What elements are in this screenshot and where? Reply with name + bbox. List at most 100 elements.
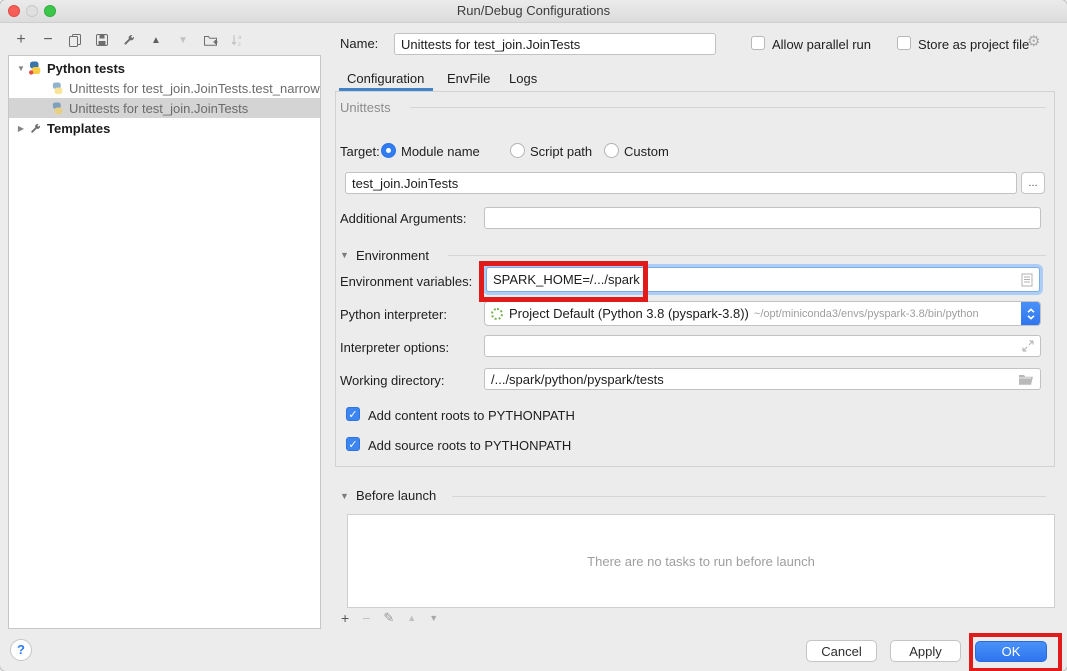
arrow-up-icon: ▲ <box>151 35 161 46</box>
folder-browse-icon[interactable] <box>1018 373 1034 385</box>
before-launch-empty-text: There are no tasks to run before launch <box>587 554 815 569</box>
environment-variables-input[interactable]: SPARK_HOME=/.../spark <box>486 267 1040 292</box>
run-config-tree: ▼ Python tests Unittests for test_join.J… <box>8 55 321 629</box>
help-button[interactable]: ? <box>10 639 32 661</box>
python-test-icon <box>49 100 65 116</box>
store-as-project-file-checkbox[interactable] <box>897 36 911 50</box>
copy-icon <box>68 33 82 47</box>
environment-variables-value: SPARK_HOME=/.../spark <box>493 272 640 287</box>
remove-configuration-button[interactable]: − <box>39 31 57 49</box>
before-launch-task-list: There are no tasks to run before launch <box>347 514 1055 608</box>
before-launch-collapse-icon[interactable]: ▼ <box>340 491 349 501</box>
add-content-roots-label: Add content roots to PYTHONPATH <box>368 408 575 423</box>
before-launch-toolbar: + − ✎ ▲ ▼ <box>341 610 438 626</box>
python-interpreter-path: ~/opt/miniconda3/envs/pyspark-3.8/bin/py… <box>754 308 979 320</box>
copy-configuration-button[interactable] <box>66 31 84 49</box>
allow-parallel-run-label: Allow parallel run <box>772 37 871 52</box>
environment-group-title: Environment <box>356 248 429 263</box>
tab-logs[interactable]: Logs <box>509 71 537 86</box>
edit-task-button[interactable]: ✎ <box>383 610 394 626</box>
apply-button[interactable]: Apply <box>890 640 961 662</box>
add-source-roots-label: Add source roots to PYTHONPATH <box>368 438 571 453</box>
plus-icon: + <box>16 31 25 49</box>
move-task-up-button[interactable]: ▲ <box>407 613 416 623</box>
sort-configurations-button[interactable]: az <box>228 31 246 49</box>
tree-item-label: Unittests for test_join.JoinTests.test_n… <box>69 81 320 96</box>
interpreter-options-input[interactable] <box>484 335 1041 357</box>
svg-text:a: a <box>238 35 242 41</box>
browse-env-variables-icon[interactable] <box>1021 273 1033 287</box>
add-source-roots-checkbox[interactable]: ✓ <box>346 437 360 451</box>
window-title: Run/Debug Configurations <box>0 0 1067 22</box>
tree-item-unittests-jointests[interactable]: Unittests for test_join.JoinTests <box>9 98 320 118</box>
arrow-down-icon: ▼ <box>429 613 438 623</box>
move-up-button[interactable]: ▲ <box>147 31 165 49</box>
tree-item-templates[interactable]: ▶ Templates <box>9 118 320 138</box>
interpreter-options-label: Interpreter options: <box>340 340 449 355</box>
python-tests-icon <box>27 60 43 76</box>
additional-arguments-input[interactable] <box>484 207 1041 229</box>
store-as-project-file-label: Store as project file <box>918 37 1029 52</box>
templates-wrench-icon <box>27 120 43 136</box>
cancel-button[interactable]: Cancel <box>806 640 877 662</box>
python-interpreter-select[interactable]: Project Default (Python 3.8 (pyspark-3.8… <box>484 301 1041 326</box>
ok-button[interactable]: OK <box>975 641 1047 662</box>
close-button[interactable] <box>8 5 20 17</box>
move-task-down-button[interactable]: ▼ <box>429 613 438 623</box>
environment-variables-label: Environment variables: <box>340 274 472 289</box>
add-content-roots-checkbox[interactable]: ✓ <box>346 407 360 421</box>
tree-item-label: Templates <box>47 121 110 136</box>
minimize-button <box>26 5 38 17</box>
title-bar: Run/Debug Configurations <box>0 0 1067 23</box>
tree-item-unittests-test-narrow[interactable]: Unittests for test_join.JoinTests.test_n… <box>9 78 320 98</box>
target-custom-label: Custom <box>624 144 669 159</box>
move-down-button[interactable]: ▼ <box>174 31 192 49</box>
save-icon <box>95 33 109 47</box>
chevron-right-icon[interactable]: ▶ <box>15 124 27 133</box>
allow-parallel-run-checkbox[interactable] <box>751 36 765 50</box>
conda-env-icon <box>491 308 503 320</box>
pencil-icon: ✎ <box>383 610 394 625</box>
tree-item-python-tests[interactable]: ▼ Python tests <box>9 58 320 78</box>
browse-module-button[interactable]: ... <box>1021 172 1045 194</box>
name-label: Name: <box>340 36 378 51</box>
module-name-input[interactable] <box>345 172 1017 194</box>
arrow-down-icon: ▼ <box>178 35 188 46</box>
tree-item-label: Python tests <box>47 61 125 76</box>
arrow-up-icon: ▲ <box>407 613 416 623</box>
target-script-path-radio[interactable] <box>510 143 525 158</box>
python-test-icon <box>49 80 65 96</box>
interpreter-dropdown-stepper[interactable] <box>1021 301 1040 326</box>
target-module-name-radio[interactable] <box>381 143 396 158</box>
environment-collapse-icon[interactable]: ▼ <box>340 250 349 260</box>
target-custom-radio[interactable] <box>604 143 619 158</box>
gear-icon[interactable]: ⚙ <box>1027 32 1040 50</box>
name-input[interactable] <box>394 33 716 55</box>
group-divider <box>452 496 1046 497</box>
tree-item-label: Unittests for test_join.JoinTests <box>69 101 248 116</box>
add-configuration-button[interactable]: + <box>12 31 30 49</box>
group-divider <box>410 107 1046 108</box>
run-debug-configurations-dialog: Run/Debug Configurations + − ▲ ▼ az ▼ Py <box>0 0 1067 671</box>
before-launch-group-title: Before launch <box>356 488 436 503</box>
target-script-path-label: Script path <box>530 144 592 159</box>
new-folder-button[interactable] <box>201 31 219 49</box>
sort-az-icon: az <box>230 33 244 47</box>
expand-field-icon[interactable] <box>1022 340 1034 352</box>
save-configuration-button[interactable] <box>93 31 111 49</box>
minus-icon: − <box>43 31 52 49</box>
tab-envfile[interactable]: EnvFile <box>447 71 490 86</box>
zoom-button[interactable] <box>44 5 56 17</box>
edit-templates-button[interactable] <box>120 31 138 49</box>
chevron-up-down-icon <box>1026 307 1036 321</box>
svg-text:z: z <box>238 42 241 47</box>
target-label: Target: <box>340 144 380 159</box>
tab-configuration[interactable]: Configuration <box>347 71 424 86</box>
add-task-button[interactable]: + <box>341 610 349 626</box>
working-directory-value: /.../spark/python/pyspark/tests <box>491 372 664 387</box>
plus-icon: + <box>341 610 349 626</box>
remove-task-button[interactable]: − <box>362 610 370 626</box>
chevron-down-icon[interactable]: ▼ <box>15 64 27 73</box>
python-interpreter-label: Python interpreter: <box>340 307 447 322</box>
working-directory-input[interactable]: /.../spark/python/pyspark/tests <box>484 368 1041 390</box>
